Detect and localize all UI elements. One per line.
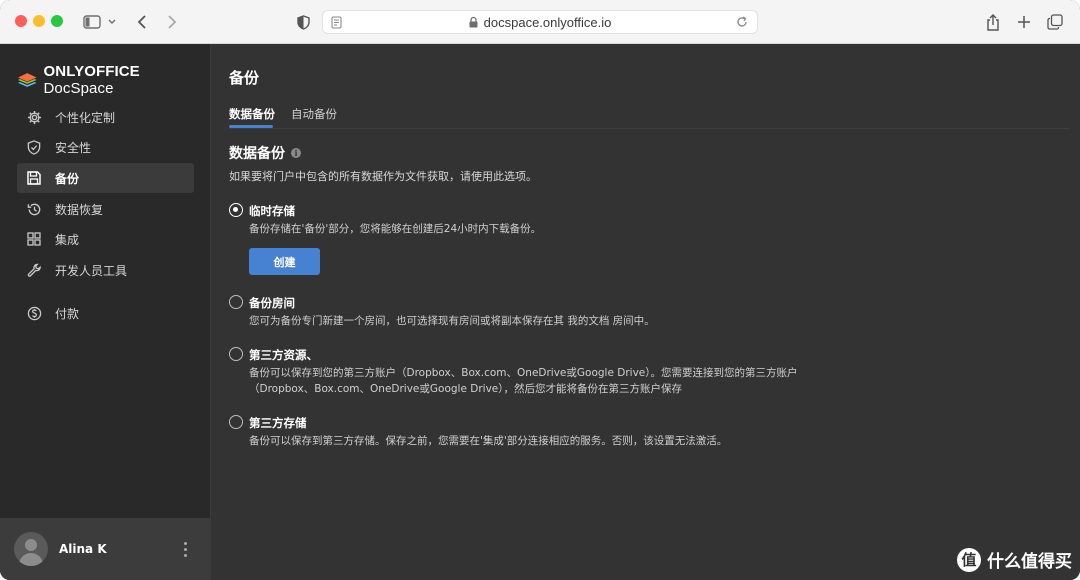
app-logo-text: ONLYOFFICE DocSpace (43, 63, 140, 97)
sidebar-item-label: 安全性 (55, 140, 92, 155)
sidebar-item-label: 数据恢复 (55, 202, 104, 217)
option-title: 备份房间 (249, 296, 295, 310)
url-text: docspace.onlyoffice.io (483, 14, 612, 30)
sidebar-item-integration[interactable]: 集成 (17, 224, 194, 254)
sidebar: ONLYOFFICE DocSpace 个性化定制 安全性 备份 数据恢复 集成… (0, 44, 211, 580)
address-bar[interactable]: docspace.onlyoffice.io (322, 10, 758, 34)
onlyoffice-logo-icon (17, 73, 37, 87)
avatar-body (19, 553, 43, 566)
floppy-icon (26, 170, 42, 186)
wrench-icon (26, 262, 42, 278)
browser-window: docspace.onlyoffice.io ONLYOFFICE DocSpa… (0, 0, 1080, 580)
share-icon (987, 13, 999, 31)
sidebar-item-data-restore[interactable]: 数据恢复 (17, 194, 194, 224)
option-title: 临时存储 (249, 204, 295, 218)
reload-icon[interactable] (735, 15, 749, 29)
lock-icon (469, 16, 478, 27)
option-description: 备份存储在'备份'部分，您将能够在创建后24小时内下载备份。 (249, 223, 542, 235)
sidebar-item-payments[interactable]: 付款 (17, 298, 194, 328)
sidebar-item-label: 开发人员工具 (55, 263, 128, 278)
option-description-line2: （Dropbox、Box.com、OneDrive或Google Drive），… (249, 383, 683, 395)
window-maximize-button[interactable] (51, 15, 63, 27)
page-title: 备份 (229, 69, 260, 87)
user-name: Alina K (59, 542, 107, 556)
shield-half-icon (296, 14, 310, 30)
back-button[interactable] (134, 11, 150, 33)
option-description: 备份可以保存到您的第三方账户（Dropbox、Box.com、OneDrive或… (249, 367, 798, 379)
radio-third-party-storage[interactable] (229, 415, 243, 429)
watermark-logo-icon: 值 (957, 547, 981, 572)
window-minimize-button[interactable] (33, 15, 45, 27)
privacy-shield-button[interactable] (295, 11, 311, 33)
sidebar-icon (83, 15, 116, 29)
chevron-right-icon (168, 15, 177, 29)
avatar-head (25, 539, 37, 551)
shield-icon (26, 139, 42, 155)
window-close-button[interactable] (15, 15, 27, 27)
tab-overview-button[interactable] (1046, 11, 1064, 33)
create-button[interactable]: 创建 (249, 248, 320, 275)
sidebar-item-backup[interactable]: 备份 (17, 163, 194, 193)
option-title: 第三方存储 (249, 416, 307, 430)
avatar[interactable] (14, 532, 48, 566)
gear-icon (26, 109, 42, 125)
user-profile-bar[interactable]: Alina K (0, 518, 211, 580)
sidebar-item-label: 备份 (55, 171, 80, 186)
sidebar-toggle-button[interactable] (82, 11, 118, 33)
new-tab-button[interactable] (1015, 11, 1033, 33)
tab-data-backup[interactable]: 数据备份 (229, 106, 275, 122)
section-title-text: 数据备份 (229, 146, 285, 162)
radio-third-party-resource[interactable] (229, 347, 243, 361)
browser-toolbar: docspace.onlyoffice.io (0, 0, 1080, 44)
chevron-left-icon (137, 15, 146, 29)
radio-temporary-storage[interactable] (229, 203, 243, 217)
main-content: 备份 数据备份 自动备份 数据备份 i 如果要将门户中包含的所有数据作为文件获取… (212, 44, 1080, 580)
share-button[interactable] (984, 11, 1002, 33)
info-icon[interactable]: i (291, 148, 301, 158)
tabs-icon (1047, 14, 1063, 30)
dollar-icon (26, 305, 42, 321)
forward-button[interactable] (164, 11, 180, 33)
option-title: 第三方资源、 (249, 348, 318, 362)
sidebar-item-label: 付款 (55, 306, 80, 321)
section-description: 如果要将门户中包含的所有数据作为文件获取，请使用此选项。 (229, 170, 537, 183)
tabs-divider (229, 128, 1069, 129)
tab-auto-backup[interactable]: 自动备份 (291, 106, 337, 122)
radio-backup-room[interactable] (229, 295, 243, 309)
sidebar-item-customization[interactable]: 个性化定制 (17, 102, 194, 132)
more-vertical-icon[interactable] (184, 540, 187, 558)
app-logo[interactable]: ONLYOFFICE DocSpace (17, 63, 210, 97)
section-title: 数据备份 i (229, 143, 301, 163)
sidebar-item-label: 个性化定制 (55, 110, 116, 125)
grid-icon (26, 231, 42, 247)
sidebar-item-developer-tools[interactable]: 开发人员工具 (17, 255, 194, 285)
restore-icon (26, 201, 42, 217)
watermark-text: 什么值得买 (987, 552, 1072, 572)
sidebar-item-security[interactable]: 安全性 (17, 132, 194, 162)
option-description: 备份可以保存到第三方存储。保存之前，您需要在'集成'部分连接相应的服务。否则，该… (249, 435, 728, 447)
plus-icon (1018, 16, 1030, 28)
page-icon (331, 16, 342, 29)
watermark: 值 什么值得买 (957, 547, 1072, 572)
sidebar-item-label: 集成 (55, 232, 80, 247)
option-description: 您可为备份专门新建一个房间，也可选择现有房间或将副本保存在其 我的文档 房间中。 (249, 315, 655, 327)
